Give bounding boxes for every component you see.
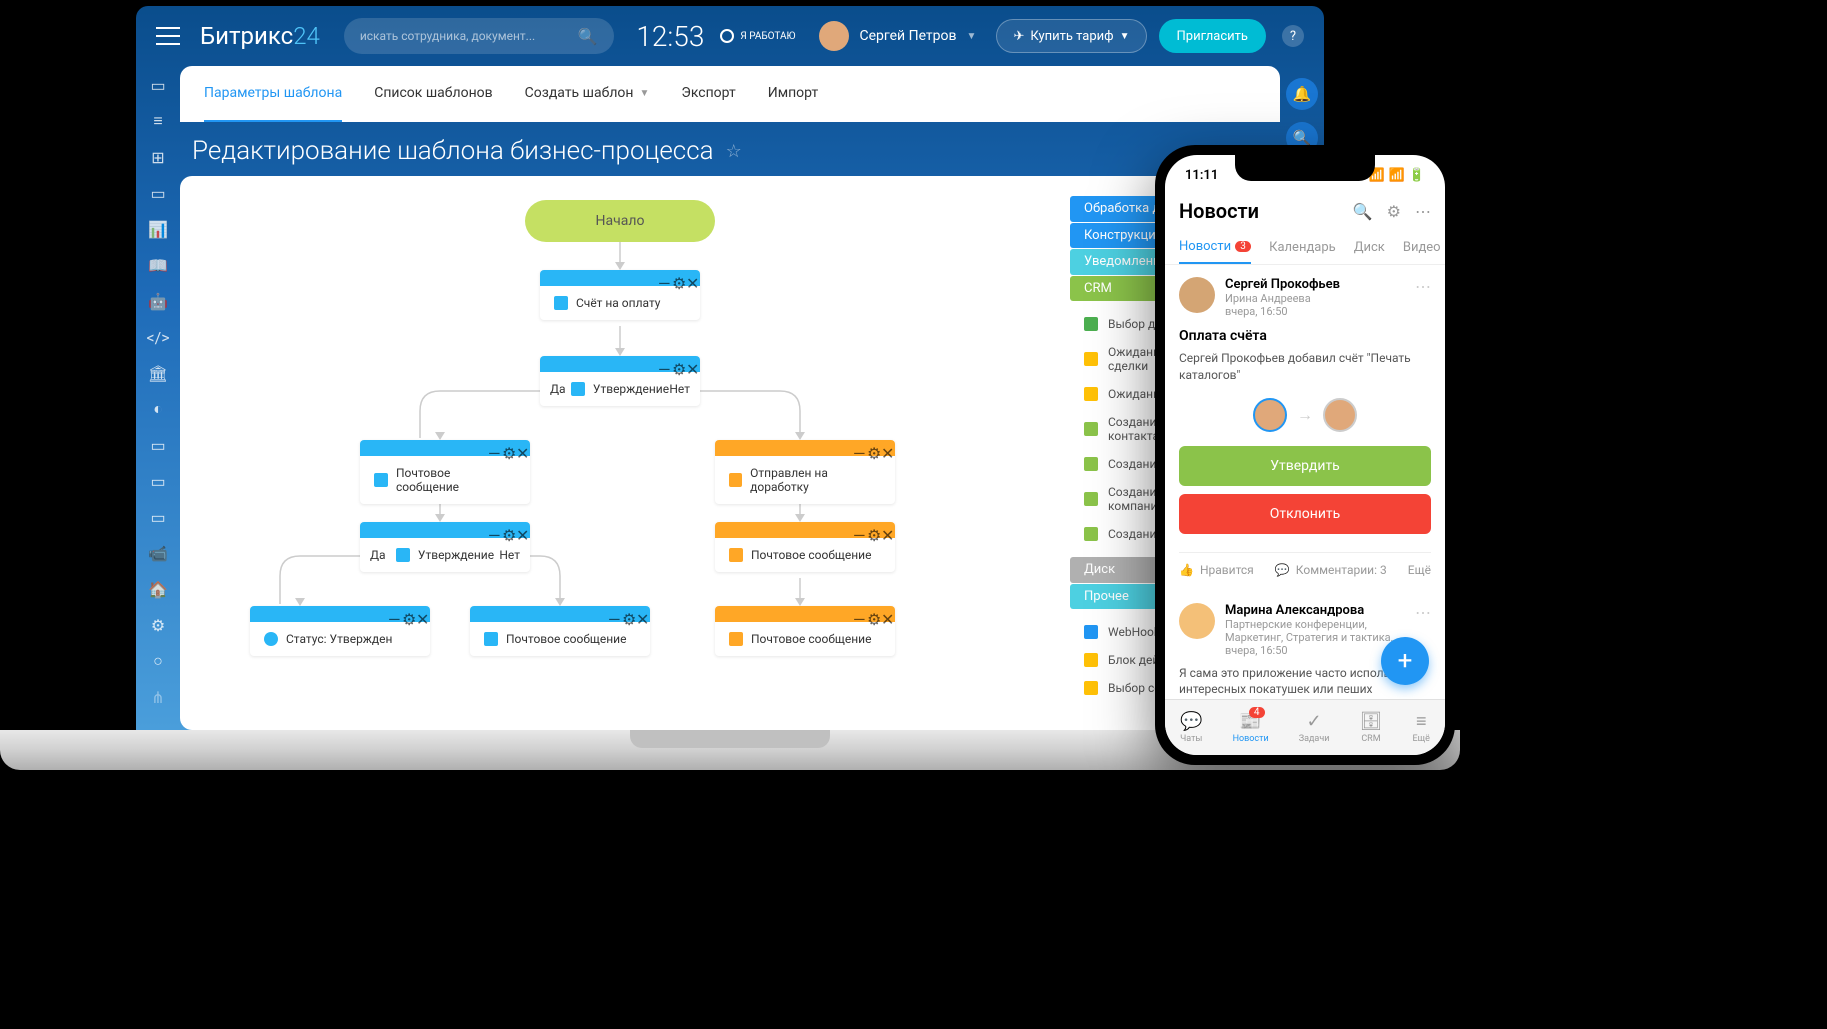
approve-button[interactable]: Утвердить (1179, 446, 1431, 486)
nav-icon[interactable]: ◐ (149, 400, 167, 418)
menu-icon[interactable] (156, 27, 180, 45)
phone-bottom-nav: 💬Чаты 📰Новости4 ✓Задачи 🗄CRM ≡Ещё (1165, 699, 1445, 755)
nav-icon[interactable]: 📊 (149, 220, 167, 238)
feed-title: Оплата счёта (1179, 328, 1431, 344)
comments-button[interactable]: 💬 Комментарии: 3 (1275, 563, 1387, 577)
right-sidebar: 🔔 🔍 (1280, 66, 1324, 154)
tab-export[interactable]: Экспорт (681, 66, 735, 122)
nav-icon[interactable]: ≡ (149, 112, 167, 130)
avatar (1253, 398, 1287, 432)
workflow-canvas[interactable]: Начало —⚙✕ Счёт на оплату —⚙✕ Да Утвержд… (200, 196, 1070, 710)
star-icon[interactable]: ☆ (726, 141, 742, 162)
phone-tab-video[interactable]: Видео1 (1403, 231, 1445, 264)
buy-plan-button[interactable]: ✈ Купить тариф ▼ (996, 19, 1146, 53)
nav-icon[interactable]: 📹 (149, 544, 167, 562)
tabs-bar: Параметры шаблона Список шаблонов Создат… (180, 66, 1280, 122)
nav-icon[interactable]: 🤖 (149, 292, 167, 310)
tab-template-list[interactable]: Список шаблонов (374, 66, 492, 122)
feed-author: Марина Александрова (1225, 603, 1405, 618)
nav-icon[interactable]: ▭ (149, 508, 167, 526)
avatar (1179, 603, 1215, 639)
node-invoice[interactable]: —⚙✕ Счёт на оплату (540, 270, 700, 320)
node-approval-1[interactable]: —⚙✕ Да Утверждение Нет (540, 356, 700, 406)
node-start[interactable]: Начало (525, 200, 715, 242)
like-button[interactable]: 👍 Нравится (1179, 563, 1254, 577)
phone-tab-calendar[interactable]: Календарь (1269, 231, 1336, 264)
nav-more[interactable]: ≡Ещё (1413, 711, 1430, 744)
phone-tab-news[interactable]: Новости3 (1179, 231, 1251, 264)
bell-icon[interactable]: 🔔 (1286, 78, 1318, 110)
page-title: Редактирование шаблона бизнес-процесса ☆ (192, 136, 742, 166)
arrow-right-icon: → (1297, 405, 1313, 425)
avatar (819, 21, 849, 51)
nav-icon[interactable]: 🏠 (149, 580, 167, 598)
user-menu[interactable]: Сергей Петров ▼ (819, 21, 976, 51)
nav-icon[interactable]: 🏛 (149, 364, 167, 382)
phone-tab-disk[interactable]: Диск (1354, 231, 1385, 264)
more-link[interactable]: Ещё (1408, 563, 1431, 577)
node-approval-2[interactable]: —⚙✕ Да Утверждение Нет (360, 522, 530, 572)
feed-post[interactable]: Сергей Прокофьев Ирина Андреева вчера, 1… (1179, 277, 1431, 587)
help-icon[interactable]: ? (1282, 25, 1304, 47)
nav-icon[interactable]: ⋔ (149, 688, 167, 706)
search-icon: 🔍 (578, 27, 598, 46)
nav-chats[interactable]: 💬Чаты (1180, 711, 1202, 744)
work-status[interactable]: Я РАБОТАЮ (720, 29, 795, 43)
nav-tasks[interactable]: ✓Задачи (1299, 711, 1330, 744)
feed-text: Сергей Прокофьев добавил счёт "Печать ка… (1179, 350, 1431, 384)
paper-plane-icon: ✈ (1013, 29, 1024, 44)
nav-icon[interactable]: ⊞ (149, 148, 167, 166)
nav-icon[interactable]: ▭ (149, 436, 167, 454)
phone-mockup: 11:11 📶📶🔋 Новости 🔍 ⚙ ⋯ Новости3 Календа… (1155, 145, 1455, 765)
nav-icon[interactable]: ○ (149, 652, 167, 670)
node-mail-4[interactable]: —⚙✕ Почтовое сообщение (715, 606, 895, 656)
fab-add[interactable]: + (1381, 637, 1429, 685)
search-input[interactable]: 🔍 (344, 18, 614, 54)
nav-icon[interactable]: </> (149, 328, 167, 346)
nav-icon[interactable]: ▭ (149, 76, 167, 94)
phone-title: Новости (1179, 199, 1259, 223)
node-status-approved[interactable]: —⚙✕ Статус: Утвержден (250, 606, 430, 656)
invite-button[interactable]: Пригласить (1159, 19, 1267, 53)
avatar (1323, 398, 1357, 432)
feed-sub: Партнерские конференции, Маркетинг, Стра… (1225, 618, 1405, 644)
tab-create-template[interactable]: Создать шаблон▼ (525, 66, 650, 122)
node-mail-3[interactable]: —⚙✕ Почтовое сообщение (470, 606, 650, 656)
nav-icon[interactable]: ⚙ (149, 616, 167, 634)
node-mail-2[interactable]: —⚙✕ Почтовое сообщение (715, 522, 895, 572)
more-icon[interactable]: ⋯ (1415, 277, 1431, 318)
battery-icon: 🔋 (1409, 168, 1425, 183)
filter-icon[interactable]: ⚙ (1387, 202, 1401, 221)
left-sidebar: ▭ ≡ ⊞ ▭ 📊 📖 🤖 </> 🏛 ◐ ▭ ▭ ▭ 📹 🏠 ⚙ ○ ⋔ ▭ … (136, 66, 180, 730)
reject-button[interactable]: Отклонить (1179, 494, 1431, 534)
logo: Битрикс24 (200, 22, 320, 50)
feed-author: Сергей Прокофьев (1225, 277, 1405, 292)
nav-icon[interactable]: ▭ (149, 472, 167, 490)
more-icon[interactable]: ⋯ (1415, 202, 1431, 221)
nav-icon[interactable]: ▭ (149, 184, 167, 202)
tab-import[interactable]: Импорт (768, 66, 818, 122)
feed-recipient: Ирина Андреева (1225, 292, 1405, 305)
node-mail-1[interactable]: —⚙✕ Почтовое сообщение (360, 440, 530, 504)
feed-time: вчера, 16:50 (1225, 644, 1405, 657)
wifi-icon: 📶 (1389, 168, 1405, 183)
avatar (1179, 277, 1215, 313)
nav-news[interactable]: 📰Новости4 (1233, 711, 1269, 744)
nav-icon[interactable]: 📖 (149, 256, 167, 274)
node-rework[interactable]: —⚙✕ Отправлен на доработку (715, 440, 895, 504)
search-icon[interactable]: 🔍 (1353, 202, 1373, 221)
tab-template-params[interactable]: Параметры шаблона (204, 66, 342, 122)
feed-time: вчера, 16:50 (1225, 305, 1405, 318)
nav-crm[interactable]: 🗄CRM (1360, 711, 1383, 744)
clock: 12:53 (636, 20, 704, 53)
